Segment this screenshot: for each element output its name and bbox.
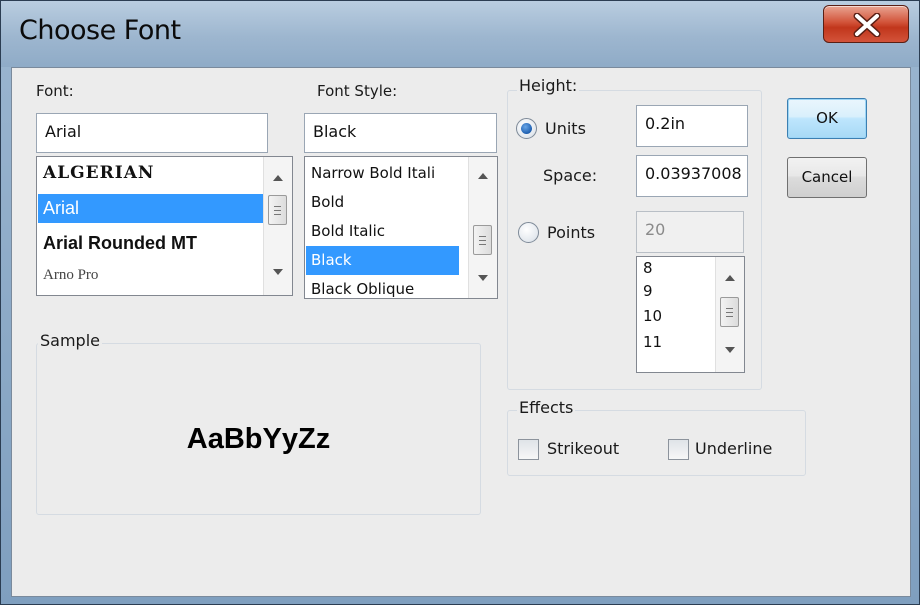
style-list-scrollbar[interactable] [468, 157, 497, 298]
font-list-scrollbar[interactable] [263, 157, 292, 295]
font-item-arno-pro[interactable]: Arno Pro [38, 261, 263, 290]
close-button[interactable] [823, 5, 909, 43]
points-label: Points [547, 223, 596, 242]
points-item[interactable]: 10 [638, 305, 716, 328]
style-item-bold-italic[interactable]: Bold Italic [306, 217, 468, 246]
scroll-up-icon[interactable] [725, 275, 735, 281]
scroll-thumb[interactable] [268, 195, 287, 225]
font-item-arial[interactable]: Arial [38, 194, 263, 223]
close-icon [853, 13, 881, 37]
dialog-body: Font: Arial ALGERIAN Arial Arial Rounded… [11, 67, 911, 597]
scroll-up-icon[interactable] [273, 175, 283, 181]
style-item-black-oblique[interactable]: Black Oblique [306, 275, 468, 298]
sample-group-title: Sample [38, 331, 102, 350]
scroll-down-icon[interactable] [478, 275, 488, 281]
radio-selected-dot [521, 123, 532, 134]
style-item-bold[interactable]: Bold [306, 188, 468, 217]
font-style-input[interactable]: Black [304, 113, 497, 153]
units-radio[interactable] [516, 118, 537, 139]
cancel-button[interactable]: Cancel [787, 157, 867, 198]
scroll-thumb[interactable] [473, 225, 492, 255]
points-list-scrollbar[interactable] [715, 257, 744, 372]
scroll-thumb[interactable] [720, 297, 739, 327]
font-style-label: Font Style: [317, 82, 398, 100]
points-item[interactable]: 9 [638, 280, 716, 303]
title-bar[interactable]: Choose Font [1, 1, 919, 67]
effects-group-title: Effects [517, 398, 576, 417]
style-item-narrow-bold-italic[interactable]: Narrow Bold Itali [306, 159, 468, 188]
height-group-title: Height: [517, 76, 580, 95]
font-label: Font: [36, 82, 74, 100]
ok-button[interactable]: OK [787, 98, 867, 139]
underline-checkbox[interactable] [668, 439, 689, 460]
font-item-algerian[interactable]: ALGERIAN [38, 159, 263, 188]
sample-text: AaBbYyZz [186, 423, 331, 455]
scroll-up-icon[interactable] [478, 173, 488, 179]
font-name-input[interactable]: Arial [36, 113, 268, 153]
units-input[interactable]: 0.2in [636, 105, 748, 147]
scroll-down-icon[interactable] [273, 269, 283, 275]
points-item[interactable]: 11 [638, 331, 716, 354]
scroll-down-icon[interactable] [725, 347, 735, 353]
points-list[interactable]: 8 9 10 11 [636, 256, 745, 373]
font-item-arial-rounded-mt[interactable]: Arial Rounded MT [38, 229, 263, 258]
sample-preview: AaBbYyZz [36, 423, 481, 463]
font-list[interactable]: ALGERIAN Arial Arial Rounded MT Arno Pro [36, 156, 293, 296]
choose-font-dialog: Choose Font Font: Arial ALGERIAN Arial A… [0, 0, 920, 605]
points-input[interactable]: 20 [636, 211, 744, 253]
strikeout-label: Strikeout [547, 439, 620, 458]
points-item[interactable]: 8 [638, 257, 716, 280]
strikeout-checkbox[interactable] [518, 439, 539, 460]
font-style-list[interactable]: Narrow Bold Itali Bold Bold Italic Black… [304, 156, 498, 299]
points-radio[interactable] [518, 222, 539, 243]
space-label: Space: [543, 166, 598, 185]
dialog-title: Choose Font [19, 15, 181, 46]
units-label: Units [545, 119, 586, 138]
style-item-black[interactable]: Black [306, 246, 459, 275]
underline-label: Underline [695, 439, 773, 458]
space-input[interactable]: 0.03937008 [636, 155, 748, 197]
